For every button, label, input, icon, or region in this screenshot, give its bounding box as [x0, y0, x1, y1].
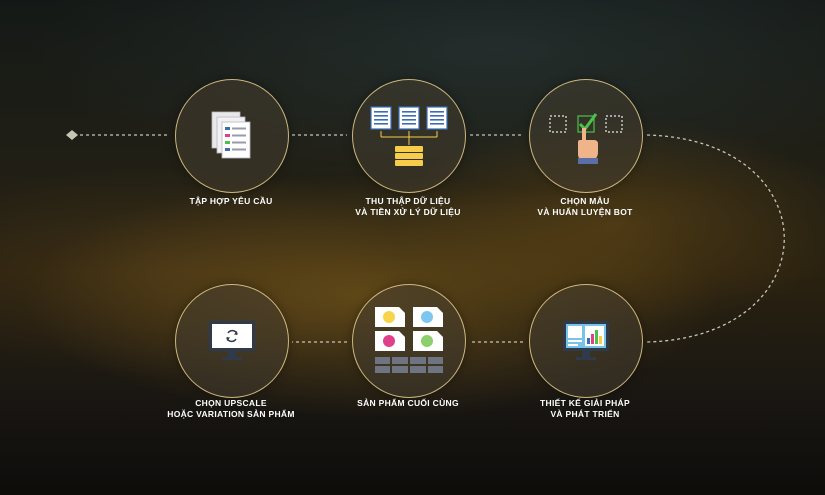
step-training-line2: VÀ HUẤN LUYỆN BOT: [537, 207, 633, 217]
dashboard-monitor-icon: [563, 321, 609, 360]
step-data-collection-line1: THU THẬP DỮ LIỆU: [365, 196, 451, 206]
step-final-product-circle: [352, 284, 466, 398]
step-final-product-line1: SẢN PHẨM CUỐI CÙNG: [357, 398, 459, 408]
step-requirements-line1: TẬP HỢP YÊU CẦU: [189, 196, 273, 206]
database-icon: [370, 106, 448, 166]
step-design-line1: THIẾT KẾ GIẢI PHÁP: [540, 398, 630, 408]
flow-connectors: [66, 130, 785, 343]
step-training-line1: CHỌN MẪU: [560, 196, 610, 206]
step-upscale-circle: [175, 284, 289, 398]
step-requirements-circle: [175, 79, 289, 193]
step-training-circle: [529, 79, 643, 193]
step-design-circle: [529, 284, 643, 398]
step-data-collection-circle: [352, 79, 466, 193]
step-upscale-line1: CHỌN UPSCALE: [195, 398, 267, 408]
step-data-collection-line2: VÀ TIỀN XỬ LÝ DỮ LIỆU: [355, 207, 461, 217]
step-data-collection-label: THU THẬP DỮ LIỆU VÀ TIỀN XỬ LÝ DỮ LIỆU: [328, 196, 488, 218]
step-design-line2: VÀ PHÁT TRIỂN: [550, 409, 620, 419]
step-final-product-label: SẢN PHẨM CUỐI CÙNG: [328, 398, 488, 409]
step-training-label: CHỌN MẪU VÀ HUẤN LUYỆN BOT: [505, 196, 665, 218]
refresh-monitor-icon: [209, 321, 255, 360]
product-grid-icon: [375, 307, 443, 373]
step-design-label: THIẾT KẾ GIẢI PHÁP VÀ PHÁT TRIỂN: [505, 398, 665, 420]
step-upscale-label: CHỌN UPSCALE HOẶC VARIATION SẢN PHẨM: [151, 398, 311, 420]
selection-hand-icon: [549, 113, 623, 164]
start-arrow-icon: [66, 130, 78, 140]
step-requirements-label: TẬP HỢP YÊU CẦU: [151, 196, 311, 207]
step-upscale-line2: HOẶC VARIATION SẢN PHẨM: [167, 409, 295, 419]
documents-icon: [211, 111, 251, 159]
